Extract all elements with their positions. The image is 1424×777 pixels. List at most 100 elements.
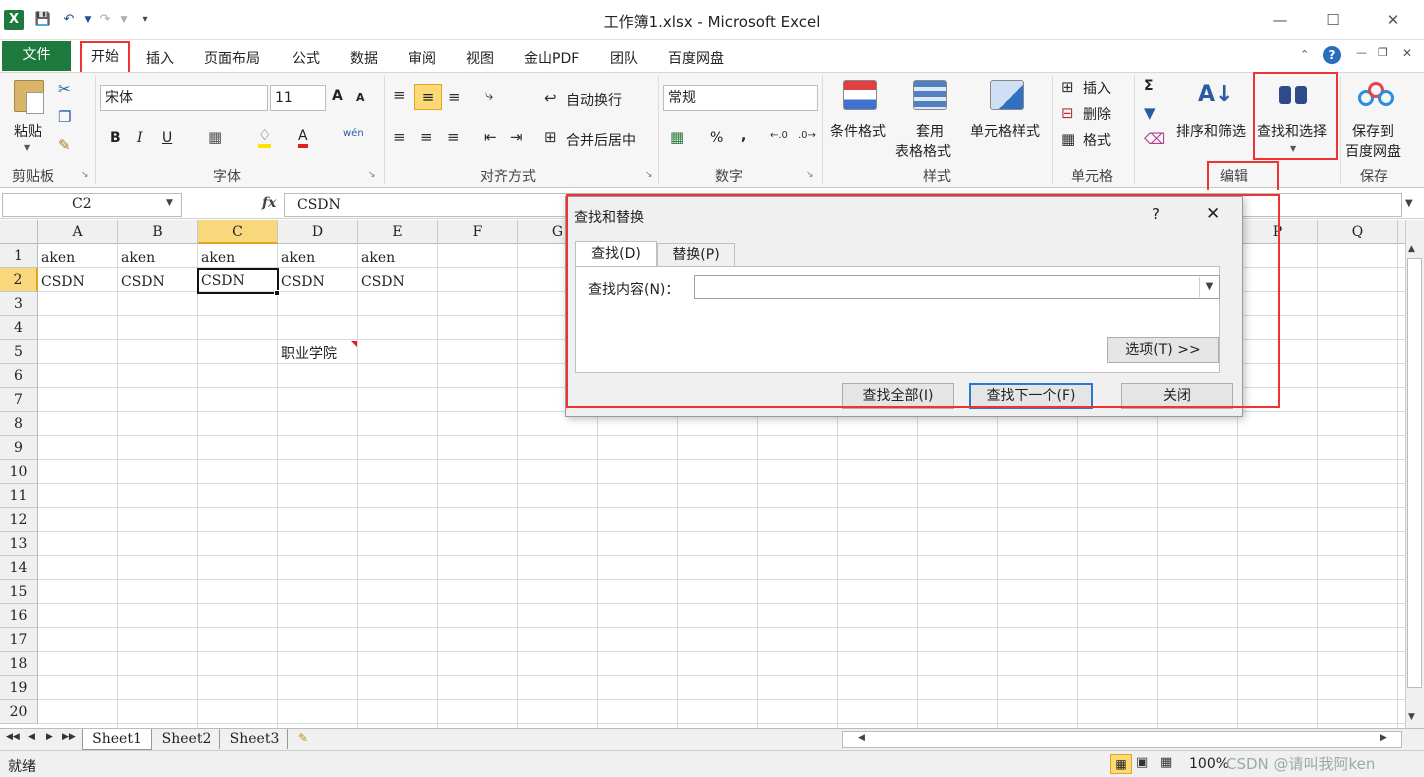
align-center-icon[interactable]: ≡ (420, 128, 433, 146)
clear-icon[interactable]: ⌫ (1144, 130, 1165, 148)
cell-a2[interactable]: CSDN (38, 270, 85, 294)
format-as-table-icon[interactable] (913, 80, 947, 110)
comma-button[interactable]: , (741, 128, 746, 144)
row-header[interactable]: 6 (0, 364, 38, 388)
scroll-thumb[interactable] (1407, 258, 1422, 688)
grow-font-button[interactable]: A (332, 88, 343, 104)
workbook-restore-icon[interactable]: ❐ (1378, 46, 1388, 59)
close-window-button[interactable]: ✕ (1370, 8, 1416, 32)
border-icon[interactable]: ▦ (208, 128, 222, 146)
normal-view-icon[interactable]: ▦ (1110, 754, 1132, 774)
tab-review[interactable]: 审阅 (408, 48, 436, 68)
tab-page-layout[interactable]: 页面布局 (204, 48, 260, 68)
font-name-select[interactable]: 宋体 (100, 85, 268, 111)
cell-styles-icon[interactable] (990, 80, 1024, 110)
tab-data[interactable]: 数据 (350, 48, 378, 68)
row-header[interactable]: 19 (0, 676, 38, 700)
scroll-left-icon[interactable]: ◀ (858, 733, 865, 743)
wrap-text-icon[interactable]: ↩ (544, 89, 557, 107)
font-color-button[interactable]: A (298, 128, 308, 148)
bold-button[interactable]: B (110, 130, 121, 146)
column-header-e[interactable]: E (358, 220, 438, 244)
percent-button[interactable]: % (710, 130, 723, 146)
save-to-baidu-line1[interactable]: 保存到 (1352, 121, 1394, 141)
prev-sheet-icon[interactable]: ◀ (28, 732, 35, 742)
fill-color-icon[interactable]: ♢ (258, 126, 272, 148)
tab-home[interactable]: 开始 (80, 41, 130, 74)
cell-b2[interactable]: CSDN (118, 270, 165, 294)
italic-button[interactable]: I (137, 130, 143, 146)
baidu-cloud-icon[interactable] (1358, 82, 1394, 108)
tab-file[interactable]: 文件 (2, 41, 71, 71)
conditional-format-button[interactable]: 条件格式 (830, 121, 886, 141)
cell-e1[interactable]: aken (358, 246, 395, 270)
row-header[interactable]: 12 (0, 508, 38, 532)
row-header[interactable]: 2 (0, 268, 38, 292)
expand-formula-icon[interactable]: ▼ (1405, 198, 1413, 209)
cell-d5[interactable]: 职业学院 (278, 342, 337, 366)
cell-styles-button[interactable]: 单元格样式 (970, 121, 1040, 141)
page-layout-view-icon[interactable]: ▣ (1136, 755, 1148, 770)
align-middle-icon[interactable]: ≡ (414, 84, 442, 110)
alignment-launcher-icon[interactable]: ↘ (645, 170, 653, 180)
column-header-d[interactable]: D (278, 220, 358, 244)
format-cells-button[interactable]: 格式 (1083, 130, 1111, 150)
delete-cells-icon[interactable]: ⊟ (1061, 104, 1074, 122)
sort-filter-button[interactable]: 排序和筛选 (1176, 121, 1246, 141)
help-icon[interactable]: ? (1323, 46, 1341, 64)
maximize-button[interactable]: ☐ (1310, 8, 1356, 32)
decrease-indent-icon[interactable]: ⇤ (484, 128, 497, 146)
row-header[interactable]: 16 (0, 604, 38, 628)
row-header[interactable]: 5 (0, 340, 38, 364)
fill-icon[interactable]: ▼ (1144, 104, 1156, 122)
align-right-icon[interactable]: ≡ (447, 128, 460, 146)
row-header[interactable]: 9 (0, 436, 38, 460)
name-box[interactable] (2, 193, 182, 217)
fx-button[interactable]: fx (262, 195, 276, 211)
align-left-icon[interactable]: ≡ (393, 128, 406, 146)
copy-icon[interactable]: ❐ (58, 108, 71, 126)
orientation-icon[interactable]: ⤷ (485, 86, 493, 104)
row-header[interactable]: 20 (0, 700, 38, 724)
font-launcher-icon[interactable]: ↘ (368, 170, 376, 180)
column-header-b[interactable]: B (118, 220, 198, 244)
row-header[interactable]: 3 (0, 292, 38, 316)
format-as-table-line1[interactable]: 套用 (916, 121, 944, 141)
wrap-text-button[interactable]: 自动换行 (566, 90, 622, 110)
cell-c2[interactable]: CSDN (197, 268, 279, 294)
column-header-c[interactable]: C (198, 220, 278, 244)
sheet-tab-3[interactable]: Sheet3 (222, 729, 288, 749)
cell-d2[interactable]: CSDN (278, 270, 325, 294)
row-header[interactable]: 11 (0, 484, 38, 508)
row-header[interactable]: 13 (0, 532, 38, 556)
tab-formulas[interactable]: 公式 (292, 48, 320, 68)
delete-cells-button[interactable]: 删除 (1083, 104, 1111, 124)
conditional-format-icon[interactable] (843, 80, 877, 110)
autosum-button[interactable]: Σ (1144, 78, 1154, 94)
row-header[interactable]: 4 (0, 316, 38, 340)
zoom-level[interactable]: 100% (1189, 756, 1229, 772)
column-header-f[interactable]: F (438, 220, 518, 244)
insert-sheet-icon[interactable]: ✎ (298, 731, 308, 745)
sheet-tab-2[interactable]: Sheet2 (154, 729, 220, 749)
align-top-icon[interactable]: ≡ (393, 86, 406, 104)
paste-button[interactable]: 粘贴 (14, 121, 42, 141)
scroll-up-icon[interactable]: ▲ (1408, 244, 1415, 254)
cell-c1[interactable]: aken (198, 246, 235, 270)
increase-decimal-icon[interactable]: ←.0 (770, 130, 788, 141)
underline-button[interactable]: U (162, 130, 172, 146)
row-header[interactable]: 10 (0, 460, 38, 484)
phonetic-button[interactable]: wén (343, 128, 364, 139)
cut-icon[interactable]: ✂ (58, 80, 71, 98)
tab-baidu-netdisk[interactable]: 百度网盘 (668, 48, 724, 68)
save-to-baidu-button[interactable]: 百度网盘 (1345, 141, 1401, 161)
row-header[interactable]: 18 (0, 652, 38, 676)
sheet-tab-1[interactable]: Sheet1 (82, 729, 152, 750)
format-cells-icon[interactable]: ▦ (1061, 130, 1075, 148)
collapse-ribbon-icon[interactable]: ⌃ (1300, 48, 1309, 61)
increase-indent-icon[interactable]: ⇥ (510, 128, 523, 146)
cell-d1[interactable]: aken (278, 246, 315, 270)
row-header[interactable]: 8 (0, 412, 38, 436)
cell-a1[interactable]: aken (38, 246, 75, 270)
horizontal-scrollbar[interactable] (842, 731, 1402, 748)
